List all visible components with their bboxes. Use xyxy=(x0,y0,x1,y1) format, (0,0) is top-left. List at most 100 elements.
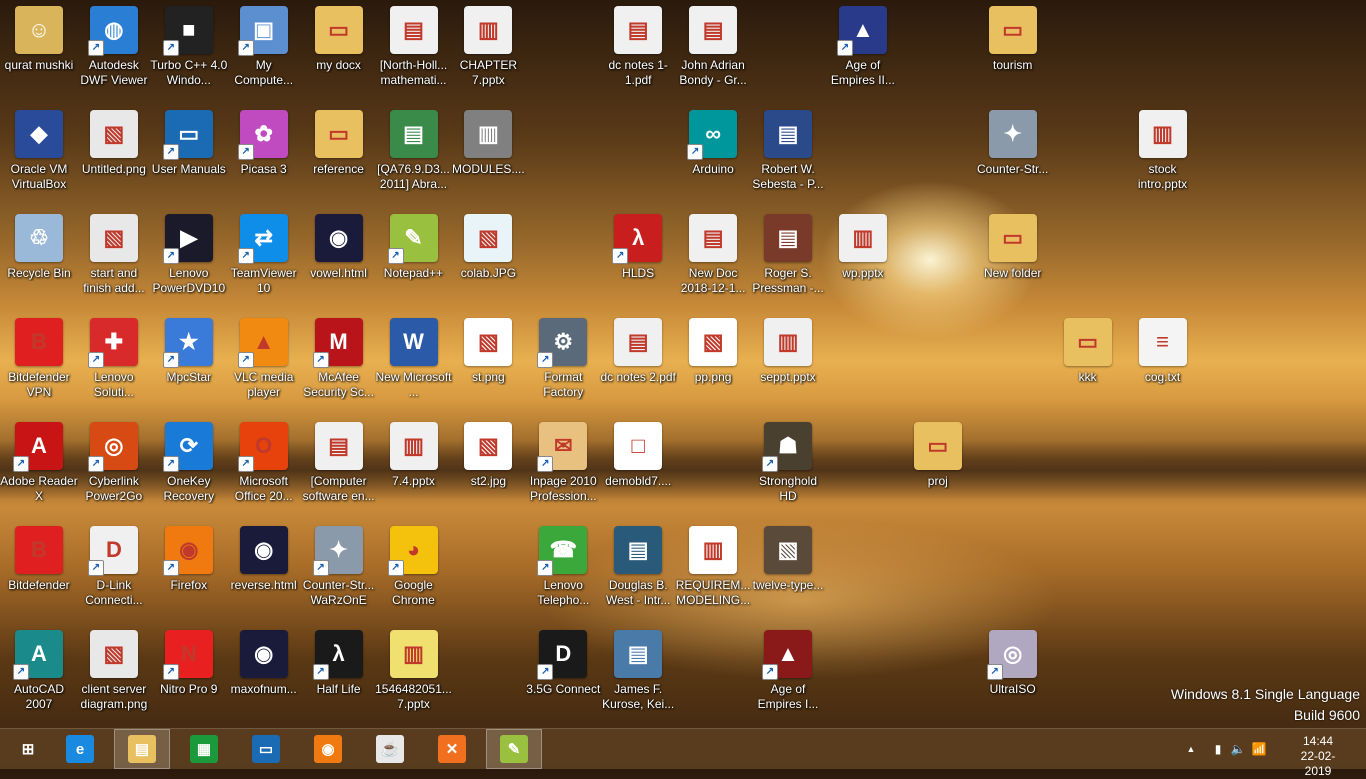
desktop-icon[interactable]: ▤ [Computer software en... xyxy=(300,418,378,520)
desktop-icon[interactable]: ■ ↗ Turbo C++ 4.0 Windo... xyxy=(150,2,228,104)
desktop-icon[interactable]: ▤ dc notes 2.pdf xyxy=(599,314,677,416)
desktop-icon[interactable]: ◉ vowel.html xyxy=(300,210,378,312)
desktop-icon[interactable]: ✦ ↗ Counter-Str... WaRzOnE xyxy=(300,522,378,624)
desktop-icon[interactable]: ▤ New Doc 2018-12-1... xyxy=(674,210,752,312)
desktop-icon[interactable]: ✿ ↗ Picasa 3 xyxy=(225,106,303,208)
desktop-icon[interactable]: ▤ [North-Holl... mathemati... xyxy=(375,2,453,104)
desktop-icon[interactable]: ▥ MODULES.... xyxy=(449,106,527,208)
desktop-icon[interactable]: λ ↗ Half Life xyxy=(300,626,378,728)
desktop-icon[interactable]: ▧ st.png xyxy=(449,314,527,416)
desktop-icon[interactable]: A ↗ Adobe Reader X xyxy=(0,418,78,520)
desktop-icon[interactable]: ☎ ↗ Lenovo Telepho... xyxy=(524,522,602,624)
taskbar-java-button[interactable]: ☕ xyxy=(362,729,418,769)
network-icon[interactable]: 📶 xyxy=(1248,742,1270,756)
desktop-icon[interactable]: ♲ Recycle Bin xyxy=(0,210,78,312)
image-icon: ▧ xyxy=(89,110,138,158)
battery-icon[interactable]: ▮ xyxy=(1208,742,1228,756)
dlink-icon: D ↗ xyxy=(87,526,138,576)
volume-icon[interactable]: 🔈 xyxy=(1228,742,1248,756)
desktop-icon[interactable]: ▲ ↗ Age of Empires II... xyxy=(824,2,902,104)
desktop-icon[interactable]: ≡ cog.txt xyxy=(1124,314,1202,416)
shortcut-arrow-icon: ↗ xyxy=(237,40,254,56)
desktop-icon[interactable]: ▭ proj xyxy=(899,418,977,520)
desktop[interactable]: ☺ qurat mushki ◍ ↗ Autodesk DWF Viewer ■ ↗ Turb… xyxy=(0,0,1366,728)
desktop-icon[interactable]: ▤ [QA76.9.D3... 2011] Abra... xyxy=(375,106,453,208)
desktop-icon[interactable]: ▲ ↗ VLC media player xyxy=(225,314,303,416)
system-tray: ▲ ▮ 🔈 📶 xyxy=(1182,729,1270,769)
desktop-icon[interactable]: W New Microsoft ... xyxy=(375,314,453,416)
desktop-icon[interactable]: ▭ reference xyxy=(300,106,378,208)
desktop-icon[interactable]: D ↗ 3.5G Connect xyxy=(524,626,602,728)
desktop-icon[interactable]: ▤ James F. Kurose, Kei... xyxy=(599,626,677,728)
taskbar-file-explorer-button[interactable]: ▤ xyxy=(114,729,170,769)
desktop-icon[interactable]: ▥ wp.pptx xyxy=(824,210,902,312)
desktop-icon[interactable]: ▭ ↗ User Manuals xyxy=(150,106,228,208)
desktop-icon[interactable]: ◕ ↗ Google Chrome xyxy=(375,522,453,624)
desktop-icon[interactable]: ▥ REQUIREM... MODELING... xyxy=(674,522,752,624)
desktop-icon[interactable]: ▤ John Adrian Bondy - Gr... xyxy=(674,2,752,104)
desktop-icon[interactable]: ▧ twelve-type... xyxy=(749,522,827,624)
start-button[interactable]: ⊞ xyxy=(0,729,56,769)
desktop-icon[interactable]: ▧ st2.jpg xyxy=(449,418,527,520)
desktop-icon[interactable]: M ↗ McAfee Security Sc... xyxy=(300,314,378,416)
tray-overflow-chevron-icon[interactable]: ▲ xyxy=(1182,744,1200,754)
clock-date: 22-02-2019 xyxy=(1300,749,1336,778)
desktop-icon[interactable]: ▥ CHAPTER 7.pptx xyxy=(449,2,527,104)
desktop-icon[interactable]: ⚙ ↗ Format Factory xyxy=(524,314,602,416)
desktop-icon[interactable]: ▭ tourism xyxy=(974,2,1052,104)
desktop-icon[interactable]: ▧ pp.png xyxy=(674,314,752,416)
desktop-icon[interactable]: ◍ ↗ Autodesk DWF Viewer xyxy=(75,2,153,104)
desktop-icon[interactable]: ★ ↗ MpcStar xyxy=(150,314,228,416)
desktop-icon[interactable]: B Bitdefender xyxy=(0,522,78,624)
desktop-icon[interactable]: ☗ ↗ Stronghold HD xyxy=(749,418,827,520)
desktop-icon[interactable]: □ demobld7.... xyxy=(599,418,677,520)
desktop-icon[interactable]: ☺ qurat mushki xyxy=(0,2,78,104)
office-icon: O ↗ xyxy=(237,422,288,472)
desktop-icon[interactable]: D ↗ D-Link Connecti... xyxy=(75,522,153,624)
desktop-icon[interactable]: ✉ ↗ Inpage 2010 Profession... xyxy=(524,418,602,520)
taskbar-clock[interactable]: 14:44 22-02-2019 xyxy=(1288,734,1348,779)
taskbar-firefox-button[interactable]: ◉ xyxy=(300,729,356,769)
shortcut-arrow-icon: ↗ xyxy=(836,40,853,56)
desktop-icon[interactable]: ▥ seppt.pptx xyxy=(749,314,827,416)
taskbar-store-button[interactable]: ▦ xyxy=(176,729,232,769)
desktop-icon[interactable]: ✎ ↗ Notepad++ xyxy=(375,210,453,312)
desktop-icon[interactable]: ▧ start and finish add... xyxy=(75,210,153,312)
desktop-icon[interactable]: ▤ dc notes 1-1.pdf xyxy=(599,2,677,104)
desktop-icon[interactable]: ▤ Roger S. Pressman -... xyxy=(749,210,827,312)
desktop-icon[interactable]: ◉ reverse.html xyxy=(225,522,303,624)
desktop-icon[interactable]: N ↗ Nitro Pro 9 xyxy=(150,626,228,728)
desktop-icon[interactable]: ▲ ↗ Age of Empires I... xyxy=(749,626,827,728)
desktop-icon[interactable]: O ↗ Microsoft Office 20... xyxy=(225,418,303,520)
taskbar-internet-explorer-button[interactable]: e xyxy=(52,729,108,769)
desktop-icon[interactable]: ◎ ↗ UltraISO xyxy=(974,626,1052,728)
desktop-icon[interactable]: ▤ Douglas B. West - Intr... xyxy=(599,522,677,624)
taskbar-notepadpp-button[interactable]: ✎ xyxy=(486,729,542,769)
desktop-icon[interactable]: ▭ my docx xyxy=(300,2,378,104)
desktop-icon[interactable]: ⇄ ↗ TeamViewer 10 xyxy=(225,210,303,312)
desktop-icon[interactable]: λ ↗ HLDS xyxy=(599,210,677,312)
desktop-icon[interactable]: ▭ kkk xyxy=(1049,314,1127,416)
desktop-icon[interactable]: ✚ ↗ Lenovo Soluti... xyxy=(75,314,153,416)
desktop-icon[interactable]: B Bitdefender VPN xyxy=(0,314,78,416)
desktop-icon[interactable]: ▣ ↗ My Compute... xyxy=(225,2,303,104)
desktop-icon[interactable]: ▶ ↗ Lenovo PowerDVD10 xyxy=(150,210,228,312)
desktop-icon[interactable]: ▤ Robert W. Sebesta - P... xyxy=(749,106,827,208)
taskbar-lenovo-monitor-button[interactable]: ▭ xyxy=(238,729,294,769)
desktop-icon[interactable]: ▧ client server diagram.png xyxy=(75,626,153,728)
desktop-icon[interactable]: A ↗ AutoCAD 2007 xyxy=(0,626,78,728)
desktop-icon[interactable]: ✦ Counter-Str... xyxy=(974,106,1052,208)
desktop-icon[interactable]: ◉ ↗ Firefox xyxy=(150,522,228,624)
taskbar-xampp-button[interactable]: ✕ xyxy=(424,729,480,769)
desktop-icon[interactable]: ⟳ ↗ OneKey Recovery xyxy=(150,418,228,520)
desktop-icon[interactable]: ▥ 1546482051... 7.pptx xyxy=(375,626,453,728)
desktop-icon[interactable]: ▥ 7.4.pptx xyxy=(375,418,453,520)
desktop-icon[interactable]: ◆ Oracle VM VirtualBox xyxy=(0,106,78,208)
desktop-icon[interactable]: ▧ colab.JPG xyxy=(449,210,527,312)
desktop-icon[interactable]: ▥ stock intro.pptx xyxy=(1124,106,1202,208)
desktop-icon[interactable]: ▭ New folder xyxy=(974,210,1052,312)
desktop-icon[interactable]: ◉ maxofnum... xyxy=(225,626,303,728)
desktop-icon[interactable]: ▧ Untitled.png xyxy=(75,106,153,208)
desktop-icon[interactable]: ◎ ↗ Cyberlink Power2Go xyxy=(75,418,153,520)
desktop-icon[interactable]: ∞ ↗ Arduino xyxy=(674,106,752,208)
